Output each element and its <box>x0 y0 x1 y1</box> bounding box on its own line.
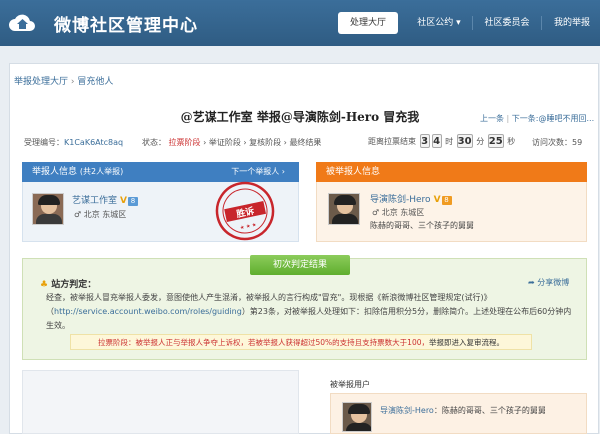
share-arrow-icon: ➦ <box>528 278 535 287</box>
level-badge: 8 <box>127 197 138 206</box>
stage-evidence: 举证阶段 <box>208 138 241 147</box>
appeal-notice-part-b: 举报即进入复审流程。 <box>428 338 504 347</box>
share-weibo-link[interactable]: ➦ 分享微博 <box>528 277 569 288</box>
reported-user-avatar[interactable] <box>342 402 372 432</box>
reporter-count: (共2人举报) <box>79 167 124 176</box>
reporter-panel-header: 举报人信息 (共2人举报) 下一个举报人 › <box>22 162 299 182</box>
case-id-label: 受理编号： <box>24 138 64 147</box>
nav-divider <box>541 16 542 30</box>
case-pager: 上一条 | 下一条:@睡吧不用回... <box>480 113 594 124</box>
level-badge: 8 <box>441 196 452 205</box>
prev-case-link[interactable]: 上一条 <box>480 114 504 123</box>
nav-tab-committee[interactable]: 社区委员会 <box>476 12 538 34</box>
nav-tab-processing-hall[interactable]: 处理大厅 <box>338 12 398 34</box>
stage-final: 最终结果 <box>289 138 322 147</box>
reported-header-title: 被举报人信息 <box>326 167 381 177</box>
top-navigation-bar: 微博社区管理中心 处理大厅 社区公约 ▾ 社区委员会 我的举报 <box>0 0 600 46</box>
pager-separator: | <box>506 114 510 123</box>
reported-avatar[interactable] <box>328 193 360 225</box>
avatar-hair <box>334 195 356 205</box>
nav-tab-my-reports[interactable]: 我的举报 <box>546 12 598 34</box>
reporter-name-link[interactable]: 艺谋工作室 <box>72 196 117 206</box>
reported-panel-header: 被举报人信息 <box>316 162 587 182</box>
reporter-name-row: 艺谋工作室 V 8 <box>72 193 138 206</box>
case-id-value: K1CaK6Atc8aq <box>64 138 124 147</box>
app-title[interactable]: 微博社区管理中心 <box>54 11 198 36</box>
site-judgement-heading: ♣ 站方判定： <box>40 277 96 290</box>
judgement-text: 经查，被举报人冒充举报人委发，意图使他人产生混淆，被举报人的言行构成"冒充"。现… <box>46 291 576 333</box>
avatar-figure <box>346 423 371 431</box>
case-stages: 状态： 拉票阶段 › 举证阶段 › 复核阶段 › 最终结果 <box>142 138 322 147</box>
next-case-link[interactable]: 下一条:@睡吧不用回... <box>512 114 594 123</box>
case-id: 受理编号：K1CaK6Atc8aq <box>24 137 123 148</box>
breadcrumb-parent-link[interactable]: 举报处理大厅 <box>14 77 68 87</box>
reported-user-row: 导演陈剑-Hero：陈赫的哥哥、三个孩子的舅舅 <box>380 405 546 416</box>
avatar-hair <box>348 404 370 414</box>
countdown-label: 距离拉票结束 <box>368 137 416 146</box>
verified-v-icon: V <box>120 196 127 206</box>
next-reporter-label: 下一个举报人 <box>231 167 280 176</box>
verified-v-icon: V <box>433 195 441 205</box>
breadcrumb-current: 冒充他人 <box>77 77 114 87</box>
reporter-header-title: 举报人信息 <box>32 167 78 177</box>
visits-value: 59 <box>572 138 583 147</box>
countdown-digit: 4 <box>431 134 442 148</box>
reporter-avatar[interactable] <box>32 193 64 225</box>
vote-countdown: 距离拉票结束 34 时 30 分 25 秒 <box>368 134 515 148</box>
share-label: 分享微博 <box>537 278 570 287</box>
countdown-digit: 3 <box>419 134 430 148</box>
reported-name-link[interactable]: 导演陈剑-Hero <box>370 195 431 205</box>
stage-review: 复核阶段 <box>249 138 282 147</box>
visits-label: 访问次数： <box>532 138 572 147</box>
avatar-figure <box>36 214 62 224</box>
reported-location: ♂ 北京 东城区 <box>372 207 424 218</box>
avatar-figure <box>332 214 358 224</box>
next-reporter-link[interactable]: 下一个举报人 › <box>231 162 285 182</box>
breadcrumb: 举报处理大厅 › 冒充他人 <box>14 74 113 87</box>
gender-male-icon: ♂ <box>74 210 82 219</box>
countdown-unit: 秒 <box>507 137 516 146</box>
countdown-digit: 30 <box>456 134 473 148</box>
countdown-digit: 25 <box>487 134 504 148</box>
site-judgement-label: 站方判定： <box>51 280 97 290</box>
reported-location-text: 北京 东城区 <box>381 208 425 217</box>
reported-user-separator: ： <box>433 406 442 415</box>
reported-name-row: 导演陈剑-Hero V 8 <box>370 192 452 205</box>
countdown-unit: 时 <box>445 137 454 146</box>
appeal-notice-part-a: 拉票阶段：被举报人正与举报人争夺上诉权，若被举报人获得超过50%的支持且支持票数… <box>98 338 429 347</box>
stage-vote: 拉票阶段 <box>168 138 201 147</box>
gender-male-icon: ♂ <box>372 208 380 217</box>
countdown-unit: 分 <box>476 137 485 146</box>
reporter-location-text: 北京 东城区 <box>83 210 127 219</box>
reported-user-name-link[interactable]: 导演陈剑-Hero <box>380 406 434 415</box>
nav-divider <box>472 16 473 30</box>
win-seal-stamp: 胜诉 ★ ★ ★ <box>215 181 275 241</box>
reporter-location: ♂ 北京 东城区 <box>74 209 126 220</box>
cloud-home-logo-icon[interactable] <box>6 7 38 39</box>
nav-tab-community-rules[interactable]: 社区公约 ▾ <box>409 12 469 34</box>
reported-user-label: 被举报用户 <box>330 380 370 389</box>
guiding-rules-link[interactable]: http://service.account.weibo.com/roles/g… <box>54 307 242 316</box>
reported-description: 陈赫的哥哥、三个孩子的舅舅 <box>370 221 474 230</box>
avatar-hair <box>38 195 60 205</box>
initial-judgement-button[interactable]: 初次判定结果 <box>250 255 350 275</box>
status-label: 状态： <box>142 138 166 147</box>
reported-user-description: 陈赫的哥哥、三个孩子的舅舅 <box>441 406 546 415</box>
visit-count: 访问次数：59 <box>532 137 582 148</box>
stamp-arc-text: ★ ★ ★ <box>240 222 258 231</box>
evidence-box <box>22 370 299 434</box>
appeal-notice: 拉票阶段：被举报人正与举报人争夺上诉权，若被举报人获得超过50%的支持且支持票数… <box>70 334 532 350</box>
announcement-icon: ♣ <box>40 280 49 290</box>
